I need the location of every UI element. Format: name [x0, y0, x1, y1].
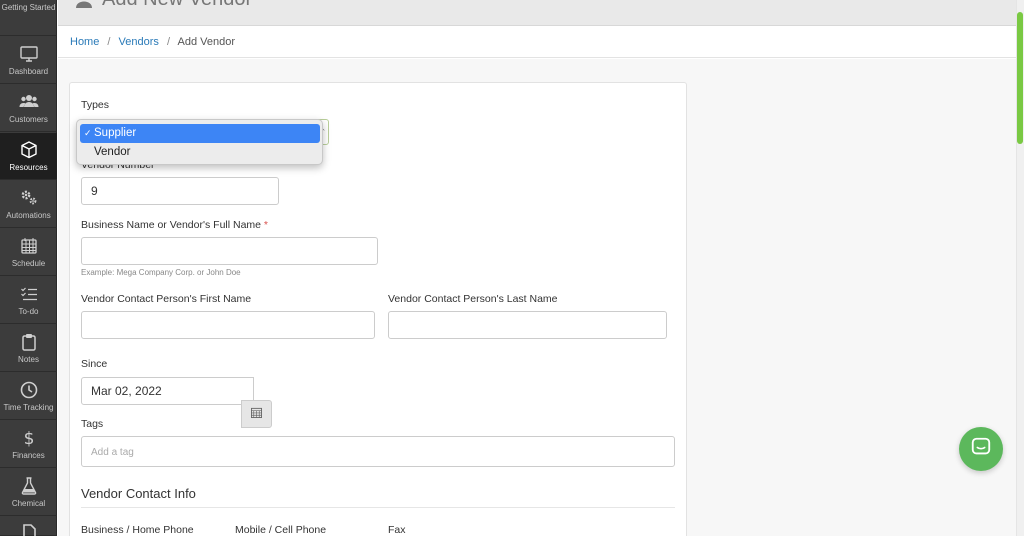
- scrollbar-thumb[interactable]: [1017, 12, 1023, 144]
- sidebar-item-more[interactable]: [0, 517, 57, 536]
- date-picker-button[interactable]: [241, 400, 272, 428]
- monitor-icon: [0, 44, 57, 64]
- customers-icon: [0, 92, 57, 112]
- flask-icon: [0, 476, 57, 496]
- tags-input[interactable]: Add a tag: [81, 436, 675, 467]
- contact-last-name-label: Vendor Contact Person's Last Name: [388, 293, 558, 305]
- dropdown-option-vendor[interactable]: Vendor: [80, 143, 320, 162]
- sidebar-item-dashboard[interactable]: Dashboard: [0, 37, 57, 84]
- sidebar-item-label: Automations: [6, 211, 51, 220]
- app-window: Getting Started Dashboard Customers Reso…: [0, 0, 1024, 536]
- sidebar-item-label: Customers: [9, 115, 48, 124]
- sidebar-item-customers[interactable]: Customers: [0, 85, 57, 132]
- breadcrumb-current: Add Vendor: [177, 36, 235, 48]
- calendar-icon: [0, 236, 57, 256]
- sidebar: Getting Started Dashboard Customers Reso…: [0, 0, 57, 536]
- sidebar-item-label: Finances: [12, 451, 45, 460]
- business-name-label: Business Name or Vendor's Full Name *: [81, 219, 268, 231]
- document-icon: [0, 523, 57, 536]
- sidebar-item-automations[interactable]: Automations: [0, 181, 57, 228]
- checklist-icon: [0, 284, 57, 304]
- page-title: Add New Vendor: [102, 0, 252, 11]
- chat-icon: [970, 436, 992, 463]
- breadcrumb-separator: /: [107, 36, 111, 48]
- breadcrumb: Home / Vendors / Add Vendor: [70, 36, 235, 48]
- sidebar-item-chemical[interactable]: Chemical: [0, 469, 57, 516]
- contact-last-name-input[interactable]: [388, 311, 667, 339]
- mobile-phone-label: Mobile / Cell Phone: [235, 524, 327, 536]
- types-dropdown-menu: ✓ Supplier Vendor: [76, 119, 323, 165]
- sidebar-item-label: Resources: [9, 163, 48, 172]
- sidebar-item-time-tracking[interactable]: Time Tracking: [0, 373, 57, 420]
- business-name-input[interactable]: [81, 237, 378, 265]
- sidebar-item-label: Getting Started: [1, 3, 56, 12]
- clock-icon: [0, 380, 57, 400]
- box-icon: [0, 140, 57, 160]
- business-phone-label: Business / Home Phone: [81, 524, 194, 536]
- user-icon: [75, 0, 93, 8]
- sidebar-item-resources[interactable]: Resources: [0, 133, 57, 180]
- sidebar-item-label: Chemical: [11, 499, 46, 508]
- option-label: Vendor: [94, 146, 131, 158]
- breadcrumb-vendors-link[interactable]: Vendors: [119, 36, 159, 48]
- sidebar-item-schedule[interactable]: Schedule: [0, 229, 57, 276]
- sidebar-item-label: Time Tracking: [3, 403, 54, 412]
- breadcrumb-separator: /: [166, 36, 171, 48]
- sidebar-item-todo[interactable]: To-do: [0, 277, 57, 324]
- since-date-input[interactable]: Mar 02, 2022: [81, 377, 254, 405]
- sidebar-item-notes[interactable]: Notes: [0, 325, 57, 372]
- gears-icon: [0, 188, 57, 208]
- required-mark: *: [263, 219, 269, 231]
- business-name-label-text: Business Name or Vendor's Full Name: [81, 219, 261, 231]
- sidebar-item-finances[interactable]: $ Finances: [0, 421, 57, 468]
- sidebar-item-getting-started[interactable]: Getting Started: [0, 0, 57, 36]
- breadcrumb-home-link[interactable]: Home: [70, 36, 99, 48]
- page-header: Add New Vendor: [58, 0, 1024, 26]
- tags-placeholder: Add a tag: [91, 447, 134, 458]
- calendar-icon: [251, 405, 262, 423]
- sidebar-item-label: Dashboard: [8, 67, 49, 76]
- section-divider: [81, 507, 675, 508]
- tags-label: Tags: [81, 418, 104, 430]
- clipboard-icon: [0, 332, 57, 352]
- breadcrumb-bar: Home / Vendors / Add Vendor: [58, 27, 1016, 58]
- svg-text:$: $: [23, 429, 34, 448]
- checkmark-icon: ✓: [84, 128, 92, 138]
- dropdown-option-supplier[interactable]: ✓ Supplier: [80, 124, 320, 143]
- contact-first-name-input[interactable]: [81, 311, 375, 339]
- sidebar-item-label: To-do: [18, 307, 39, 316]
- contact-info-heading: Vendor Contact Info: [81, 486, 196, 501]
- sidebar-item-label: Schedule: [11, 259, 46, 268]
- vendor-number-input[interactable]: 9: [81, 177, 279, 205]
- since-label: Since: [81, 358, 108, 370]
- chat-launcher-button[interactable]: [959, 427, 1003, 471]
- dollar-icon: $: [0, 428, 57, 448]
- types-label: Types: [81, 99, 110, 111]
- contact-first-name-label: Vendor Contact Person's First Name: [81, 293, 252, 305]
- sidebar-item-label: Notes: [18, 355, 39, 364]
- business-name-help: Example: Mega Company Corp. or John Doe: [81, 268, 241, 277]
- fax-label: Fax: [388, 524, 406, 536]
- option-label: Supplier: [94, 127, 137, 139]
